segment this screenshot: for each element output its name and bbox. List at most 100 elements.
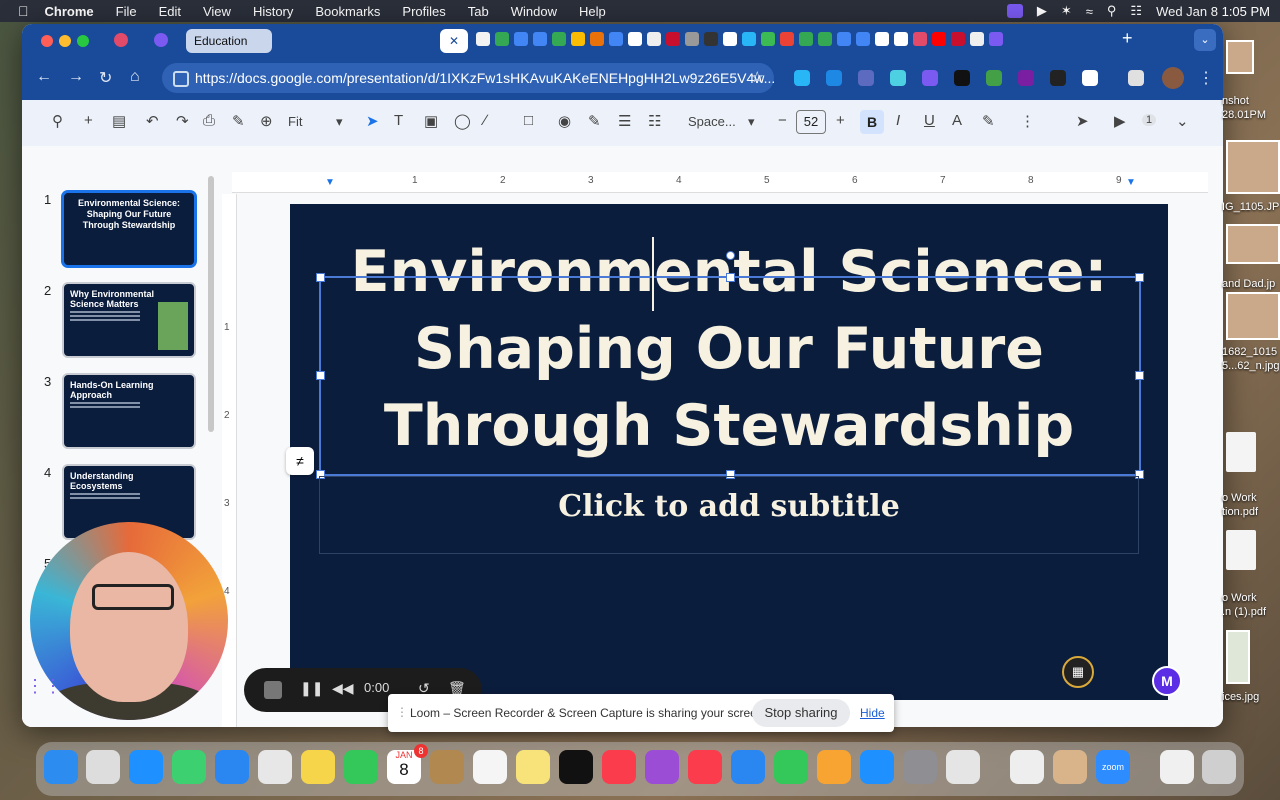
desktop-file-label[interactable]: IG_1105.JP [1222, 200, 1279, 214]
line-icon[interactable]: ∕ [484, 112, 487, 129]
desktop-file-label[interactable]: 28.01PM [1222, 108, 1266, 122]
tab-icon[interactable] [742, 32, 756, 46]
safari-icon[interactable] [129, 750, 163, 784]
drive-tab-icon[interactable] [495, 32, 509, 46]
tab-icon[interactable] [685, 32, 699, 46]
rewind-icon[interactable]: ◀◀ [332, 680, 354, 697]
drag-handle-icon[interactable]: ⋮⋮ [26, 676, 62, 697]
extension-icon[interactable] [1050, 70, 1066, 86]
back-icon[interactable]: ← [36, 68, 52, 86]
search-icon[interactable]: ⚲ [1107, 3, 1117, 19]
title-selection-box[interactable] [316, 251, 1144, 479]
pointer-icon[interactable]: ➤ [1076, 112, 1089, 130]
slide-thumbnail-2[interactable]: Why Environmental Science Matters [62, 282, 196, 358]
launchpad-icon[interactable] [86, 750, 120, 784]
maps-icon[interactable] [258, 750, 292, 784]
tab-icon[interactable] [666, 32, 680, 46]
resize-handle[interactable] [316, 273, 325, 282]
slide-canvas[interactable]: Environmental Science: Shaping Our Futur… [290, 204, 1168, 700]
keynote-icon[interactable] [731, 750, 765, 784]
docs-tab-icon[interactable] [856, 32, 870, 46]
desktop-file-label[interactable]: 1682_1015 [1222, 345, 1277, 359]
extensions-puzzle-icon[interactable] [1082, 70, 1098, 86]
gmail-tab-icon[interactable] [780, 32, 794, 46]
menu-window[interactable]: Window [511, 4, 557, 19]
desktop-file-label[interactable]: o Work [1222, 491, 1257, 505]
desktop-file-label[interactable]: o Work [1222, 591, 1257, 605]
desktop-file-label[interactable]: .n (1).pdf [1222, 605, 1266, 619]
docs-tab-icon[interactable] [609, 32, 623, 46]
tab-icon[interactable] [761, 32, 775, 46]
desktop-thumbnail[interactable] [1226, 292, 1280, 340]
tab-icon[interactable] [590, 32, 604, 46]
extension-icon[interactable] [826, 70, 842, 86]
rotate-handle[interactable] [726, 251, 735, 260]
menu-history[interactable]: History [253, 4, 293, 19]
resize-handle[interactable] [1135, 371, 1144, 380]
animation-icon[interactable]: ▶ [1114, 112, 1126, 130]
layout-icon[interactable]: ▤ [112, 112, 126, 130]
desktop-thumbnail[interactable] [1226, 224, 1280, 264]
bookmark-star-icon[interactable]: ☆ [751, 68, 764, 86]
desktop-thumbnail[interactable] [1226, 630, 1250, 684]
facetime-icon[interactable] [344, 750, 378, 784]
messages-icon[interactable] [172, 750, 206, 784]
extension-icon[interactable] [890, 70, 906, 86]
stop-sharing-button[interactable]: Stop sharing [752, 699, 850, 727]
mail-icon[interactable] [215, 750, 249, 784]
apple-tv-icon[interactable] [559, 750, 593, 784]
redo-icon[interactable]: ↷ [176, 112, 189, 130]
url-text[interactable]: https://docs.google.com/presentation/d/1… [195, 63, 775, 93]
menu-bookmarks[interactable]: Bookmarks [315, 4, 380, 19]
font-dropdown-icon[interactable]: ▾ [748, 114, 755, 130]
photos-icon[interactable] [301, 750, 335, 784]
news-icon[interactable] [688, 750, 722, 784]
numbers-icon[interactable] [774, 750, 808, 784]
notes-icon[interactable] [516, 750, 550, 784]
control-center-icon[interactable]: ☷ [1130, 3, 1142, 19]
text-color-button[interactable]: A [952, 112, 962, 129]
desktop-file-label[interactable]: and Dad.jp [1222, 277, 1275, 291]
underline-button[interactable]: U [924, 112, 935, 129]
tab-favicon-2[interactable] [154, 33, 168, 47]
collapse-toolbar-icon[interactable]: ⌄ [1176, 112, 1189, 130]
media-controls-icon[interactable] [1128, 70, 1144, 86]
floating-doc-icon[interactable]: ▦ [1062, 656, 1094, 688]
resize-handle[interactable] [316, 371, 325, 380]
border-dash-icon[interactable]: ☷ [648, 112, 661, 130]
system-settings-icon[interactable] [903, 750, 937, 784]
tab-icon[interactable] [476, 32, 490, 46]
minimize-window-button[interactable] [59, 35, 71, 47]
screen-record-icon[interactable] [1006, 4, 1023, 18]
home-icon[interactable]: ⌂ [130, 68, 140, 86]
chrome-menu-icon[interactable]: ⋮ [1198, 68, 1214, 88]
contacts-icon[interactable] [430, 750, 464, 784]
menu-edit[interactable]: Edit [159, 4, 181, 19]
amazon-tab-icon[interactable] [723, 32, 737, 46]
slides-tab-icon[interactable] [571, 32, 585, 46]
undo-icon[interactable]: ↶ [146, 112, 159, 130]
finder-icon[interactable] [44, 750, 78, 784]
reminders-icon[interactable] [473, 750, 507, 784]
wifi-icon[interactable]: ≈ [1086, 4, 1093, 19]
zoom-icon[interactable]: ⊕ [260, 112, 273, 130]
pdf-file-icon[interactable] [1226, 432, 1256, 472]
podcasts-icon[interactable] [645, 750, 679, 784]
border-weight-icon[interactable]: ☰ [618, 112, 631, 130]
tab-icon[interactable] [970, 32, 984, 46]
address-bar[interactable]: https://docs.google.com/presentation/d/1… [162, 63, 775, 93]
tab-icon[interactable] [628, 32, 642, 46]
select-tool-icon[interactable]: ➤ [366, 112, 379, 130]
close-window-button[interactable] [41, 35, 53, 47]
extension-icon[interactable] [986, 70, 1002, 86]
app-store-icon[interactable] [860, 750, 894, 784]
play-icon[interactable]: ▶ [1037, 3, 1047, 19]
pdf-file-icon[interactable] [1226, 530, 1256, 570]
floating-m-icon[interactable]: M [1152, 666, 1182, 696]
desktop-thumbnail[interactable] [1226, 40, 1254, 74]
format-options-icon[interactable]: ≠ [286, 447, 314, 475]
amazon-tab-icon[interactable] [894, 32, 908, 46]
youtube-tab-icon[interactable] [932, 32, 946, 46]
chrome-dock-icon[interactable] [1010, 750, 1044, 784]
menu-profiles[interactable]: Profiles [402, 4, 445, 19]
